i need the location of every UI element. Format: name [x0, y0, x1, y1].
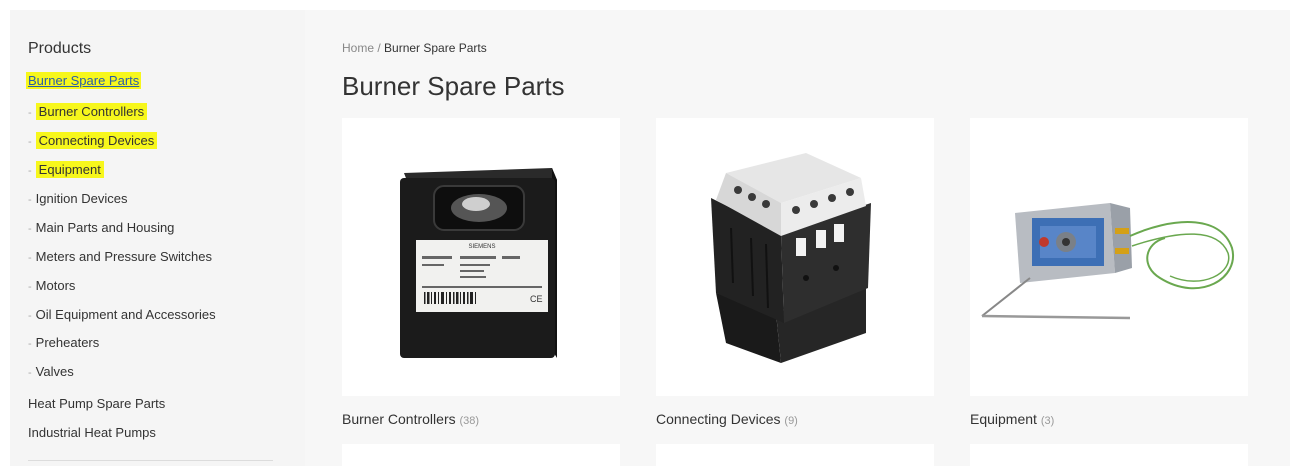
sidebar-subitem-label: Connecting Devices [35, 132, 158, 149]
breadcrumb: Home / Burner Spare Parts [342, 41, 487, 55]
sidebar-subitem-motors[interactable]: - Motors [28, 278, 75, 293]
sidebar-subitem-meters-and-pressure-switches[interactable]: - Meters and Pressure Switches [28, 249, 212, 264]
sidebar-subitem-main-parts-and-housing[interactable]: - Main Parts and Housing [28, 220, 174, 235]
sidebar-category-industrial-heat-pumps[interactable]: Industrial Heat Pumps [28, 425, 156, 440]
main-content: Home / Burner Spare Parts Burner Spare P… [305, 10, 1290, 466]
brand-label: SIEMENS [468, 244, 495, 250]
category-sidebar: Products Burner Spare Parts - Burner Cont… [10, 10, 305, 466]
sidebar-subitem-label: Preheaters [35, 335, 100, 350]
product-card-burner-controllers[interactable]: SIEMENS CE [342, 118, 620, 396]
burner-controller-image: SIEMENS CE [400, 168, 557, 358]
contactor-image [711, 153, 871, 363]
product-card-next-row[interactable] [656, 444, 934, 466]
sidebar-subitem-equipment[interactable]: - Equipment [28, 161, 104, 178]
sidebar-subitem-valves[interactable]: - Valves [28, 364, 74, 379]
product-card-connecting-devices[interactable] [656, 118, 934, 396]
list-dash: - [28, 367, 32, 379]
list-dash: - [28, 165, 32, 177]
sidebar-subitem-ignition-devices[interactable]: - Ignition Devices [28, 191, 127, 206]
sidebar-subitem-label: Ignition Devices [35, 191, 128, 206]
list-dash: - [28, 107, 32, 119]
thermostat-image [981, 203, 1235, 320]
breadcrumb-current: Burner Spare Parts [384, 41, 487, 55]
list-dash: - [28, 136, 32, 148]
product-count: (38) [459, 415, 480, 427]
product-name: Equipment [970, 411, 1037, 427]
product-card-equipment[interactable] [970, 118, 1248, 396]
sidebar-subitem-burner-controllers[interactable]: - Burner Controllers [28, 103, 148, 120]
product-name: Burner Controllers [342, 411, 456, 427]
list-dash: - [28, 223, 32, 235]
sidebar-subitem-label: Burner Controllers [35, 103, 148, 120]
product-card-next-row[interactable] [970, 444, 1248, 466]
sidebar-subitem-preheaters[interactable]: - Preheaters [28, 335, 99, 350]
product-card-label[interactable]: Burner Controllers (38) [342, 411, 479, 427]
breadcrumb-home-link[interactable]: Home [342, 41, 374, 55]
product-count: (9) [784, 415, 798, 427]
sidebar-subitem-label: Motors [35, 278, 76, 293]
sidebar-divider [28, 460, 273, 461]
product-card-label[interactable]: Connecting Devices (9) [656, 411, 798, 427]
product-card-label[interactable]: Equipment (3) [970, 411, 1054, 427]
sidebar-subitem-oil-equipment[interactable]: - Oil Equipment and Accessories [28, 307, 216, 322]
list-dash: - [28, 338, 32, 350]
sidebar-category-burner-spare-parts[interactable]: Burner Spare Parts [26, 72, 142, 89]
product-count: (3) [1040, 415, 1055, 427]
product-name: Connecting Devices [656, 411, 781, 427]
sidebar-subitem-label: Main Parts and Housing [35, 220, 175, 235]
sidebar-subitem-label: Equipment [35, 161, 104, 178]
page: Products Burner Spare Parts - Burner Cont… [0, 0, 1290, 466]
sidebar-title: Products [28, 40, 92, 57]
sidebar-subitem-connecting-devices[interactable]: - Connecting Devices [28, 132, 158, 149]
sidebar-subitem-label: Meters and Pressure Switches [35, 249, 212, 264]
list-dash: - [28, 310, 32, 322]
sidebar-subitem-label: Oil Equipment and Accessories [35, 307, 216, 322]
sidebar-subitem-label: Valves [35, 364, 74, 379]
list-dash: - [28, 252, 32, 264]
page-title: Burner Spare Parts [342, 71, 565, 101]
list-dash: - [28, 194, 32, 206]
list-dash: - [28, 281, 32, 293]
ce-mark: CE [530, 294, 543, 304]
sidebar-category-heat-pump-spare-parts[interactable]: Heat Pump Spare Parts [28, 396, 165, 411]
breadcrumb-separator: / [374, 41, 385, 55]
product-card-next-row[interactable] [342, 444, 620, 466]
